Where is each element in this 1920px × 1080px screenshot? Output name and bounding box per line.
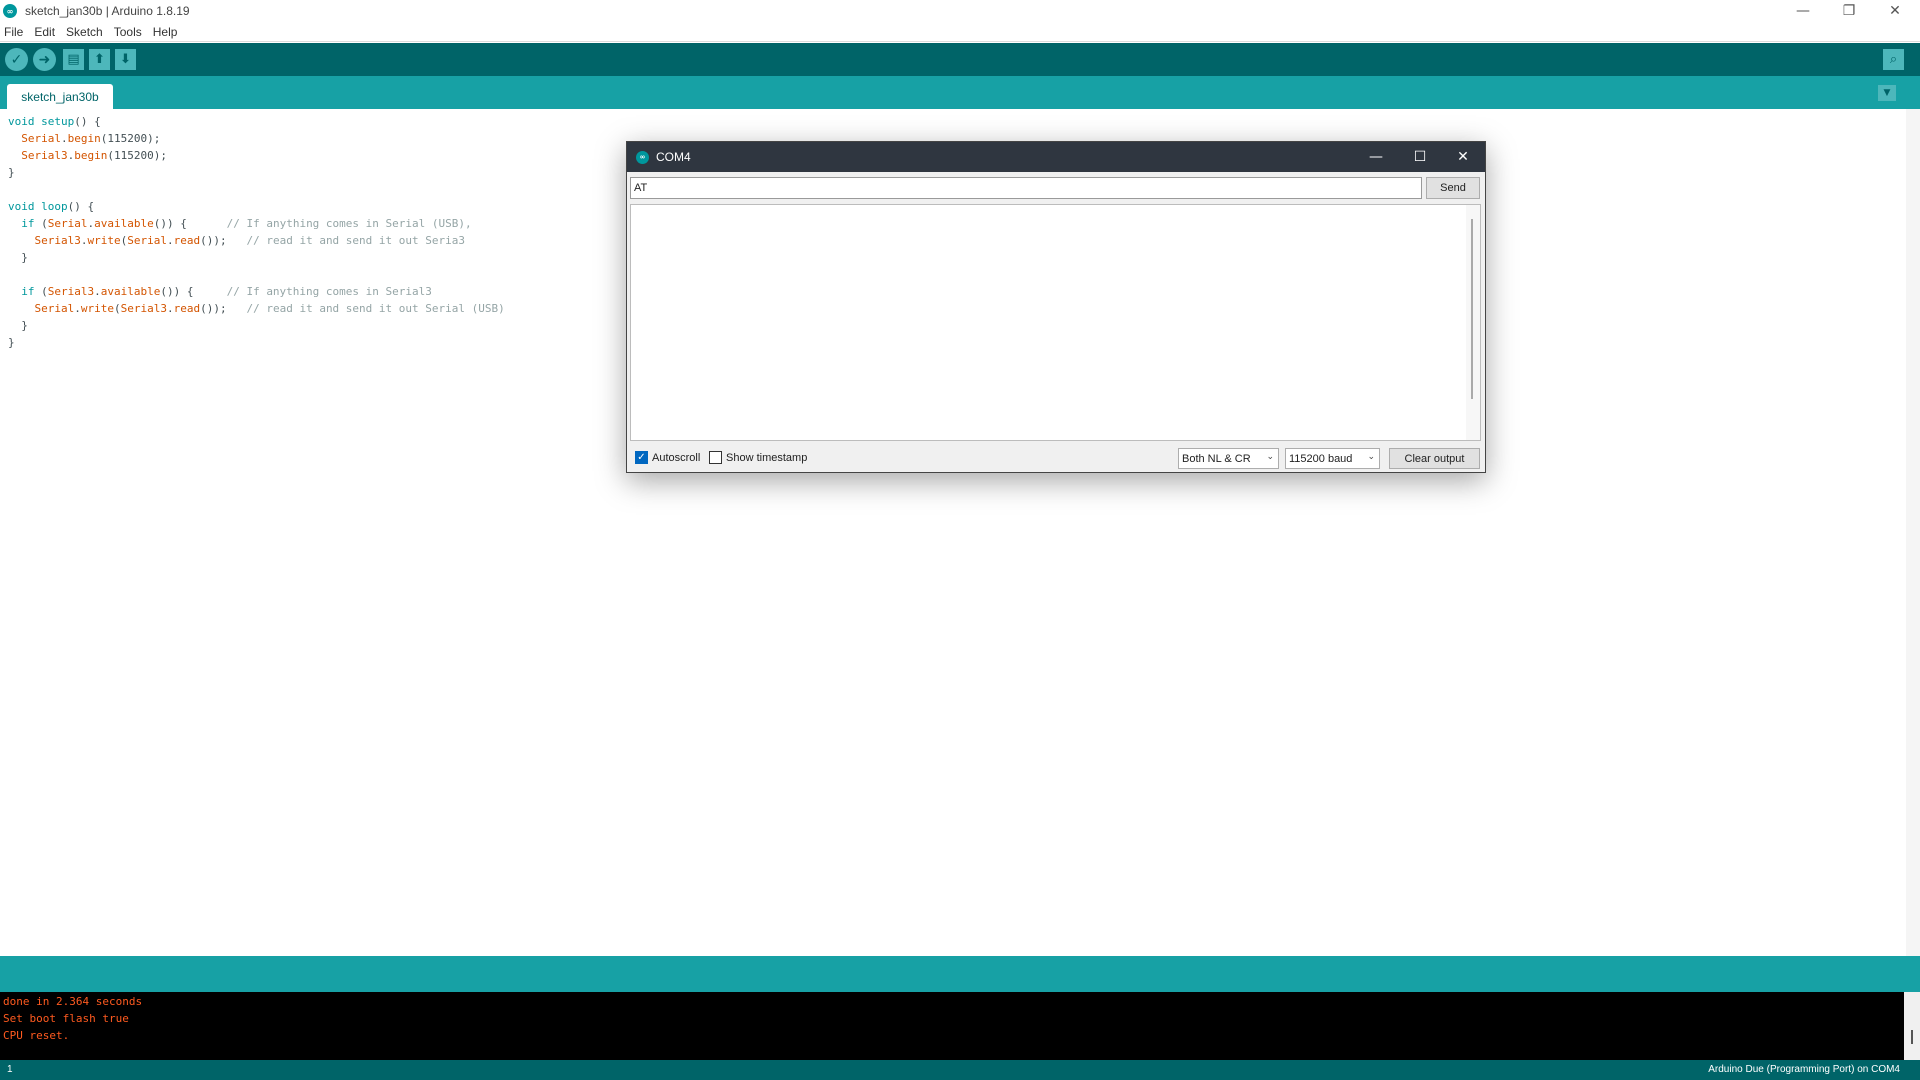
code-line[interactable]: Serial.write(Serial3.read()); // read it… [8, 300, 505, 317]
serial-monitor-button[interactable]: ⌕ [1883, 49, 1904, 70]
code-line[interactable]: if (Serial.available()) { // If anything… [8, 215, 505, 232]
console-line: Set boot flash true [3, 1012, 129, 1025]
baud-select[interactable]: 115200 baud ⌄ [1285, 448, 1380, 469]
tab-sketch[interactable]: sketch_jan30b [7, 84, 113, 109]
autoscroll-label: Autoscroll [652, 452, 701, 464]
check-icon: ✓ [10, 51, 23, 68]
serial-monitor-window: ∞ COM4 — ☐ ✕ AT Send ✓ Autoscroll Show t… [626, 141, 1486, 473]
code-line[interactable]: if (Serial3.available()) { // If anythin… [8, 283, 505, 300]
menu-help[interactable]: Help [147, 25, 183, 39]
serial-monitor-title: COM4 [656, 150, 691, 164]
console-line: CPU reset. [3, 1029, 70, 1042]
timestamp-label: Show timestamp [726, 452, 808, 464]
serial-monitor-title-bar[interactable]: ∞ COM4 — ☐ ✕ [627, 142, 1485, 172]
menu-edit[interactable]: Edit [28, 25, 60, 39]
board-port: Arduino Due (Programming Port) on COM4 [1708, 1064, 1900, 1075]
code-line[interactable]: Serial3.begin(115200); [8, 147, 505, 164]
console-scrollbar[interactable] [1904, 992, 1920, 1060]
serial-close-button[interactable]: ✕ [1441, 142, 1485, 172]
code-line[interactable]: } [8, 164, 505, 181]
serial-scroll-thumb[interactable] [1471, 219, 1473, 399]
serial-output[interactable] [630, 204, 1481, 441]
line-number: 1 [7, 1064, 13, 1075]
console-line: done in 2.364 seconds [3, 995, 143, 1008]
serial-input[interactable]: AT [630, 177, 1422, 199]
console-output: done in 2.364 seconds Set boot flash true… [0, 992, 1904, 1060]
code-line[interactable] [8, 266, 505, 283]
clear-output-button[interactable]: Clear output [1389, 448, 1480, 469]
restore-button[interactable]: ❐ [1826, 0, 1872, 22]
chevron-down-icon: ▼ [1883, 88, 1891, 98]
console-text: done in 2.364 seconds Set boot flash true… [3, 993, 142, 1044]
menu-bar: File Edit Sketch Tools Help [0, 22, 1920, 42]
send-button[interactable]: Send [1426, 177, 1480, 199]
menu-sketch[interactable]: Sketch [60, 25, 108, 39]
serial-minimize-button[interactable]: — [1354, 142, 1398, 172]
close-button[interactable]: ✕ [1872, 0, 1918, 22]
line-ending-select[interactable]: Both NL & CR ⌄ [1178, 448, 1279, 469]
code-line[interactable]: } [8, 334, 505, 351]
autoscroll-checkbox[interactable]: ✓ [635, 451, 648, 464]
toolbar: ✓ ➜ ▤ ⬆ ⬇ ⌕ [0, 43, 1920, 76]
serial-bottom-bar: ✓ Autoscroll Show timestamp Both NL & CR… [627, 445, 1485, 471]
verify-button[interactable]: ✓ [5, 48, 28, 71]
title-bar: ∞ sketch_jan30b | Arduino 1.8.19 — ❐ ✕ [0, 0, 1920, 22]
console-scroll-thumb[interactable] [1911, 1030, 1913, 1044]
code-line[interactable]: Serial.begin(115200); [8, 130, 505, 147]
minimize-button[interactable]: — [1780, 0, 1826, 22]
arduino-logo-icon: ∞ [636, 150, 649, 164]
file-icon: ▤ [67, 52, 80, 67]
console-divider[interactable] [0, 956, 1920, 992]
timestamp-checkbox[interactable] [709, 451, 722, 464]
code-line[interactable]: void loop() { [8, 198, 505, 215]
serial-output-scrollbar[interactable] [1466, 205, 1480, 440]
arduino-logo-icon: ∞ [3, 4, 17, 18]
tab-menu-button[interactable]: ▼ [1878, 85, 1896, 101]
window-title: sketch_jan30b | Arduino 1.8.19 [25, 4, 190, 18]
code-line[interactable]: void setup() { [8, 113, 505, 130]
code-line[interactable]: Serial3.write(Serial.read()); // read it… [8, 232, 505, 249]
chevron-down-icon: ⌄ [1266, 452, 1274, 462]
code-text[interactable]: void setup() { Serial.begin(115200); Ser… [8, 113, 505, 351]
menu-file[interactable]: File [0, 25, 28, 39]
code-line[interactable]: } [8, 249, 505, 266]
arrow-right-icon: ➜ [38, 51, 51, 68]
chevron-down-icon: ⌄ [1367, 452, 1375, 462]
baud-value: 115200 baud [1289, 452, 1353, 465]
arrow-down-icon: ⬇ [120, 52, 131, 67]
code-line[interactable] [8, 181, 505, 198]
line-ending-value: Both NL & CR [1182, 452, 1251, 465]
menu-tools[interactable]: Tools [108, 25, 147, 39]
new-button[interactable]: ▤ [63, 49, 84, 70]
open-button[interactable]: ⬆ [89, 49, 110, 70]
code-line[interactable]: } [8, 317, 505, 334]
upload-button[interactable]: ➜ [33, 48, 56, 71]
save-button[interactable]: ⬇ [115, 49, 136, 70]
tab-strip: sketch_jan30b ▼ [0, 76, 1920, 109]
check-icon: ✓ [637, 452, 646, 463]
editor-scrollbar[interactable] [1906, 109, 1920, 956]
magnifier-icon: ⌕ [1889, 52, 1898, 67]
arrow-up-icon: ⬆ [94, 52, 105, 67]
status-bar: 1 Arduino Due (Programming Port) on COM4 [0, 1060, 1920, 1080]
serial-maximize-button[interactable]: ☐ [1398, 142, 1442, 172]
